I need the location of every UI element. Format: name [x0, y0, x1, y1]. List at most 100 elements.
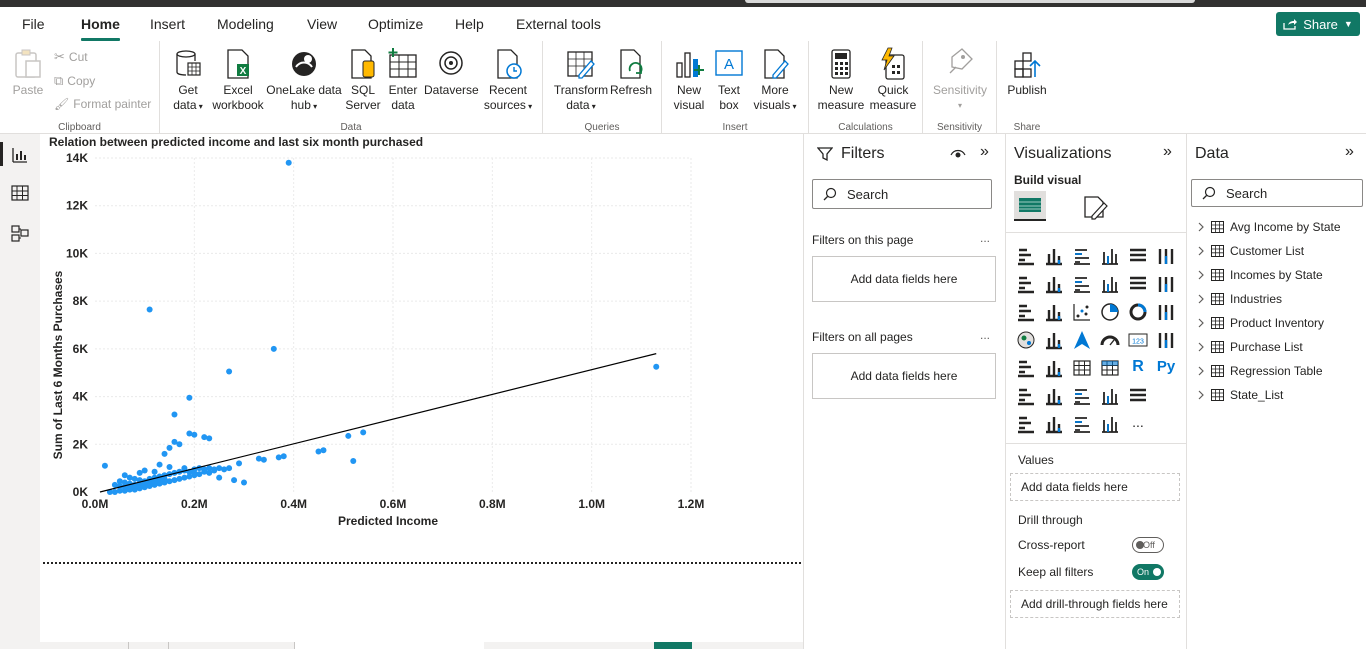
- tab-insert[interactable]: Insert: [150, 16, 185, 32]
- chevron-right-icon[interactable]: [1197, 294, 1205, 304]
- smart-narrative-icon[interactable]: [1016, 414, 1036, 434]
- data-point[interactable]: [653, 363, 660, 370]
- eye-icon[interactable]: [950, 147, 966, 161]
- data-point[interactable]: [101, 462, 108, 469]
- data-point[interactable]: [161, 450, 168, 457]
- data-point[interactable]: [345, 432, 352, 439]
- kpi-icon[interactable]: [1016, 358, 1036, 378]
- paginated-report-icon[interactable]: [1128, 386, 1148, 406]
- cut-button[interactable]: ✂ Cut: [54, 49, 88, 65]
- data-point[interactable]: [275, 454, 282, 461]
- more-options-icon[interactable]: ...: [980, 231, 990, 245]
- chevron-right-icon[interactable]: [1197, 366, 1205, 376]
- page-tab[interactable]: [168, 642, 294, 649]
- data-point[interactable]: [285, 159, 292, 166]
- data-table-item[interactable]: Purchase List: [1197, 340, 1303, 354]
- refresh-button[interactable]: Refresh: [609, 47, 653, 98]
- waterfall-icon[interactable]: [1016, 302, 1036, 322]
- data-table-item[interactable]: State_List: [1197, 388, 1283, 402]
- metrics-icon[interactable]: [1044, 414, 1064, 434]
- format-painter-button[interactable]: 🖌 Format painter: [54, 97, 151, 111]
- chevron-right-icon[interactable]: [1197, 246, 1205, 256]
- data-point[interactable]: [206, 435, 213, 442]
- filled-map-icon[interactable]: [1044, 330, 1064, 350]
- chevron-right-icon[interactable]: [1197, 390, 1205, 400]
- decomposition-tree-icon[interactable]: [1044, 386, 1064, 406]
- data-point[interactable]: [216, 474, 223, 481]
- recent-sources-button[interactable]: Recent sources ▾: [480, 47, 536, 114]
- enter-data-button[interactable]: Enter data: [382, 47, 424, 113]
- python-visual-icon[interactable]: Py: [1156, 358, 1176, 378]
- tab-view[interactable]: View: [307, 16, 337, 32]
- chevron-right-icon[interactable]: [1197, 342, 1205, 352]
- sensitivity-button[interactable]: Sensitivity ▾: [929, 47, 991, 113]
- data-point[interactable]: [350, 457, 357, 464]
- qa-icon[interactable]: [1072, 386, 1092, 406]
- data-point[interactable]: [315, 448, 322, 455]
- copy-button[interactable]: ⧉ Copy: [54, 73, 95, 89]
- data-point[interactable]: [186, 430, 193, 437]
- report-canvas[interactable]: 0K 2K 4K 6K 8K 10K 12K 14K 0.0M 0.2M 0.4M 0.6M 0.8M 1…: [40, 134, 803, 642]
- page-tab-highlight[interactable]: [654, 642, 692, 649]
- drill-through-drop-zone[interactable]: Add drill-through fields here: [1010, 590, 1180, 618]
- tab-home[interactable]: Home: [81, 16, 120, 41]
- data-point[interactable]: [241, 479, 247, 486]
- share-button[interactable]: Share ▼: [1276, 12, 1360, 36]
- values-drop-zone[interactable]: Add data fields here: [1010, 473, 1180, 501]
- data-point[interactable]: [360, 429, 367, 436]
- data-point[interactable]: [211, 466, 218, 473]
- data-point[interactable]: [136, 469, 143, 476]
- multirow-card-icon[interactable]: [1156, 330, 1176, 350]
- pie-icon[interactable]: [1100, 302, 1120, 322]
- title-search-box[interactable]: [745, 0, 1195, 3]
- data-point[interactable]: [146, 306, 153, 313]
- stacked-area-icon[interactable]: [1072, 274, 1092, 294]
- collapse-data-icon[interactable]: »: [1345, 143, 1354, 161]
- data-table-item[interactable]: Regression Table: [1197, 364, 1323, 378]
- gauge-icon[interactable]: [1100, 330, 1120, 350]
- data-point[interactable]: [201, 466, 208, 473]
- data-point[interactable]: [191, 469, 198, 476]
- data-table-item[interactable]: Incomes by State: [1197, 268, 1323, 282]
- data-point[interactable]: [201, 434, 208, 441]
- page-tab-active[interactable]: [294, 642, 484, 649]
- cross-report-toggle[interactable]: Off: [1132, 537, 1164, 553]
- more-visuals-icon[interactable]: ...: [1128, 414, 1148, 434]
- data-point[interactable]: [226, 368, 233, 375]
- report-view-icon[interactable]: [11, 146, 29, 164]
- data-point[interactable]: [221, 466, 228, 473]
- matrix-icon[interactable]: [1100, 358, 1120, 378]
- data-table-item[interactable]: Product Inventory: [1197, 316, 1324, 330]
- stacked-column-icon[interactable]: [1044, 246, 1064, 266]
- quick-measure-button[interactable]: Quick measure: [867, 47, 919, 113]
- dataverse-button[interactable]: Dataverse: [424, 47, 479, 98]
- treemap-icon[interactable]: [1156, 302, 1176, 322]
- data-point[interactable]: [196, 471, 203, 478]
- funnel-icon[interactable]: [1044, 302, 1064, 322]
- data-point[interactable]: [270, 345, 277, 352]
- data-point[interactable]: [206, 465, 213, 472]
- area-chart-icon[interactable]: [1044, 274, 1064, 294]
- data-point[interactable]: [191, 431, 198, 438]
- data-point[interactable]: [171, 411, 178, 418]
- new-measure-button[interactable]: New measure: [815, 47, 867, 113]
- data-point[interactable]: [236, 460, 243, 467]
- tab-file[interactable]: File: [22, 16, 45, 32]
- build-visual-tab[interactable]: [1014, 191, 1046, 221]
- data-point[interactable]: [280, 453, 287, 460]
- data-point[interactable]: [231, 477, 238, 484]
- sql-server-button[interactable]: SQL Server: [344, 47, 382, 113]
- data-table-item[interactable]: Industries: [1197, 292, 1282, 306]
- data-point[interactable]: [171, 477, 178, 484]
- power-apps-icon[interactable]: [1072, 414, 1092, 434]
- transform-data-button[interactable]: Transform data ▾: [551, 47, 611, 114]
- collapse-viz-icon[interactable]: »: [1163, 143, 1172, 161]
- line-column-icon[interactable]: [1100, 274, 1120, 294]
- data-point[interactable]: [320, 447, 327, 454]
- azure-map-icon[interactable]: [1072, 330, 1092, 350]
- new-visual-button[interactable]: New visual: [670, 47, 708, 113]
- data-point[interactable]: [171, 438, 178, 445]
- data-point[interactable]: [111, 481, 118, 488]
- text-box-button[interactable]: A Text box: [710, 47, 748, 113]
- data-point[interactable]: [166, 463, 173, 470]
